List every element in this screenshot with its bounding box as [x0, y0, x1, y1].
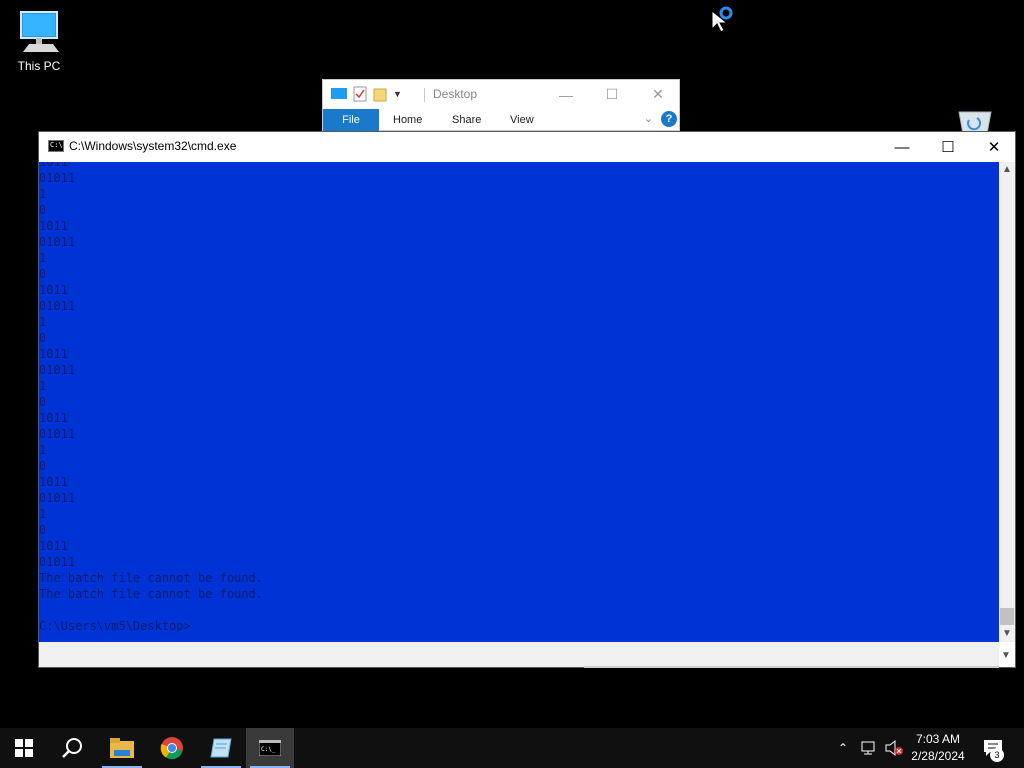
- recycle-bin-icon[interactable]: [955, 106, 995, 134]
- terminal-icon: C:\_: [259, 740, 281, 756]
- search-icon: [62, 738, 82, 758]
- help-icon[interactable]: ?: [661, 111, 677, 127]
- console-text: 1011 01011 1 0 1011 01011 1 0 1011 01011…: [39, 162, 263, 633]
- cmd-title: C:\Windows\system32\cmd.exe: [69, 139, 237, 153]
- volume-muted-icon[interactable]: [884, 740, 904, 756]
- vertical-scroll-thumb[interactable]: [1000, 608, 1014, 625]
- taskbar: C:\_ ⌃ 7:03 AM 2/28/2024: [0, 728, 1024, 768]
- taskbar-clock[interactable]: 7:03 AM 2/28/2024: [906, 731, 970, 765]
- scroll-down-icon-lower[interactable]: ▼: [998, 648, 1014, 664]
- tab-home[interactable]: Home: [393, 109, 422, 131]
- taskbar-file-explorer[interactable]: [98, 728, 146, 768]
- chrome-icon: [160, 737, 183, 760]
- taskbar-cmd[interactable]: C:\_: [246, 728, 294, 768]
- busy-cursor-icon: [711, 6, 733, 33]
- cmd-titlebar[interactable]: C:\ C:\Windows\system32\cmd.exe — ☐ ✕: [39, 132, 1015, 162]
- cmd-close-button[interactable]: ✕: [971, 132, 1017, 162]
- console-output[interactable]: 1011 01011 1 0 1011 01011 1 0 1011 01011…: [39, 162, 999, 642]
- scroll-up-icon[interactable]: ▲: [999, 162, 1015, 178]
- tab-file[interactable]: File: [323, 109, 379, 131]
- explorer-titlebar[interactable]: ▼ Desktop — ☐ ✕: [323, 80, 679, 109]
- show-hidden-icons-icon[interactable]: ⌃: [838, 741, 856, 755]
- explorer-close-button[interactable]: ✕: [635, 80, 681, 109]
- customize-quick-access-icon[interactable]: ▼: [393, 89, 402, 99]
- taskbar-notepad[interactable]: [197, 728, 245, 768]
- desktop-icon-this-pc[interactable]: This PC: [3, 10, 75, 73]
- horizontal-scrollbar[interactable]: [39, 642, 999, 667]
- computer-icon: [20, 11, 59, 52]
- notepad-icon: [210, 738, 232, 758]
- search-button[interactable]: [48, 728, 96, 768]
- explorer-app-icon: [331, 88, 347, 99]
- folder-icon: [110, 738, 134, 758]
- new-folder-icon[interactable]: [373, 86, 387, 102]
- scroll-down-icon[interactable]: ▼: [999, 626, 1015, 642]
- explorer-ribbon-tabs: File Home Share View ⌄ ?: [323, 109, 679, 131]
- cmd-minimize-button[interactable]: —: [879, 132, 925, 162]
- tab-share[interactable]: Share: [452, 109, 481, 131]
- properties-icon[interactable]: [353, 86, 367, 102]
- windows-logo-icon: [15, 739, 33, 757]
- explorer-maximize-button[interactable]: ☐: [589, 80, 635, 109]
- notification-count-badge: 3: [990, 748, 1004, 762]
- cmd-app-icon: C:\: [48, 140, 64, 152]
- horizontal-scroll-thumb[interactable]: [584, 666, 999, 668]
- start-button[interactable]: [0, 728, 48, 768]
- clock-time: 7:03 AM: [915, 732, 961, 746]
- vertical-scrollbar[interactable]: ▲ ▼: [999, 162, 1015, 642]
- system-tray: ⌃: [838, 728, 904, 768]
- explorer-minimize-button[interactable]: —: [543, 80, 589, 109]
- cmd-window[interactable]: C:\ C:\Windows\system32\cmd.exe — ☐ ✕ 10…: [38, 131, 1016, 668]
- expand-ribbon-icon[interactable]: ⌄: [644, 112, 653, 125]
- taskbar-chrome[interactable]: [148, 728, 196, 768]
- explorer-window[interactable]: ▼ Desktop — ☐ ✕ File Home Share View ⌄ ?: [322, 79, 680, 131]
- title-separator: [424, 88, 425, 102]
- svg-text:C:\_: C:\_: [261, 746, 276, 753]
- network-icon[interactable]: [860, 740, 880, 756]
- explorer-title: Desktop: [433, 87, 478, 101]
- desktop-icon-label: This PC: [17, 59, 61, 73]
- cmd-maximize-button[interactable]: ☐: [925, 132, 971, 162]
- clock-date: 2/28/2024: [911, 749, 965, 763]
- tab-view[interactable]: View: [510, 109, 534, 131]
